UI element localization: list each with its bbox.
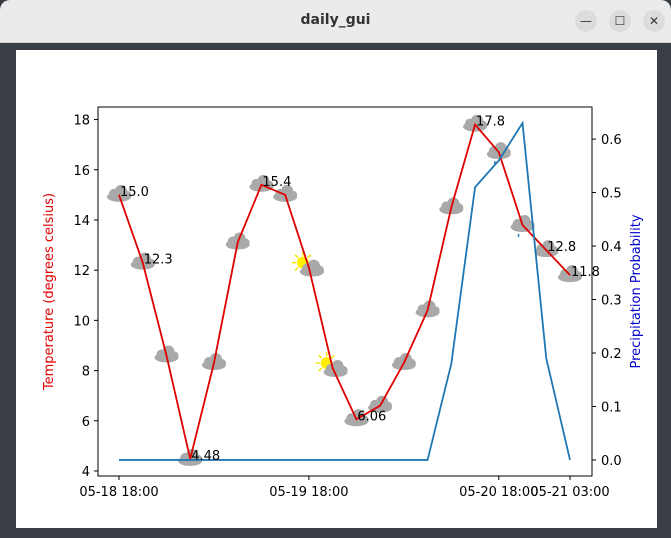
x-tick-label: 05-20 18:00 [459, 485, 538, 500]
y-axis-label-right: Precipitation Probability [629, 214, 644, 368]
title-bar[interactable]: daily_gui — ☐ ✕ [0, 0, 671, 43]
y-tick-label-left: 18 [73, 114, 90, 129]
y-tick-label-left: 4 [82, 465, 90, 480]
figure-canvas: 15.0 12.3 4.48 15.4 6.06 17.8 12.8 11.8 4 6 8 10 12… [16, 50, 657, 528]
axis-ticks: 4 6 8 10 12 14 16 18 0.0 0.1 0.2 0.3 0.4 0.5 0.6 05-18 … [73, 114, 621, 500]
y-tick-label-left: 6 [82, 415, 90, 430]
series-lines [118, 120, 571, 461]
y-tick-label-right: 0.2 [601, 347, 622, 362]
chart: 15.0 12.3 4.48 15.4 6.06 17.8 12.8 11.8 4 6 8 10 12… [42, 106, 644, 500]
minimize-button[interactable]: — [575, 10, 597, 32]
temperature-value-label: 11.8 [571, 265, 600, 280]
temperature-value-label: 17.8 [476, 115, 505, 130]
maximize-button[interactable]: ☐ [609, 10, 631, 32]
y-tick-label-left: 16 [73, 164, 90, 179]
x-tick-label: 05-18 18:00 [79, 485, 158, 500]
y-axis-label-left: Temperature (degrees celsius) [42, 193, 57, 391]
temperature-value-label: 15.4 [262, 175, 291, 190]
x-tick-label: 05-19 18:00 [269, 485, 348, 500]
y-tick-label-right: 0.6 [601, 133, 622, 148]
y-tick-label-right: 0.5 [601, 187, 622, 202]
value-labels: 15.0 12.3 4.48 15.4 6.06 17.8 12.8 11.8 [120, 115, 600, 464]
temperature-value-label: 12.3 [144, 253, 173, 268]
temperature-line [118, 122, 571, 460]
y-tick-label-left: 12 [73, 264, 90, 279]
y-tick-label-left: 10 [73, 314, 90, 329]
y-tick-label-right: 0.4 [601, 240, 622, 255]
y-tick-label-left: 14 [73, 214, 90, 229]
y-tick-label-right: 0.0 [601, 454, 622, 469]
weather-icons [107, 114, 582, 466]
y-tick-label-right: 0.1 [601, 400, 622, 415]
temperature-value-label: 6.06 [357, 409, 386, 424]
window-title: daily_gui [300, 12, 371, 28]
temperature-value-label: 12.8 [547, 240, 576, 255]
x-tick-label: 05-21 03:00 [530, 485, 609, 500]
app-window: daily_gui — ☐ ✕ 15.0 12.3 4.48 15.4 6.06 17.8… [0, 0, 671, 538]
y-tick-label-right: 0.3 [601, 294, 622, 309]
y-tick-label-left: 8 [82, 365, 90, 380]
close-button[interactable]: ✕ [643, 10, 665, 32]
precipitation-line [119, 120, 571, 461]
temperature-value-label: 4.48 [191, 449, 220, 464]
temperature-value-label: 15.0 [120, 185, 149, 200]
